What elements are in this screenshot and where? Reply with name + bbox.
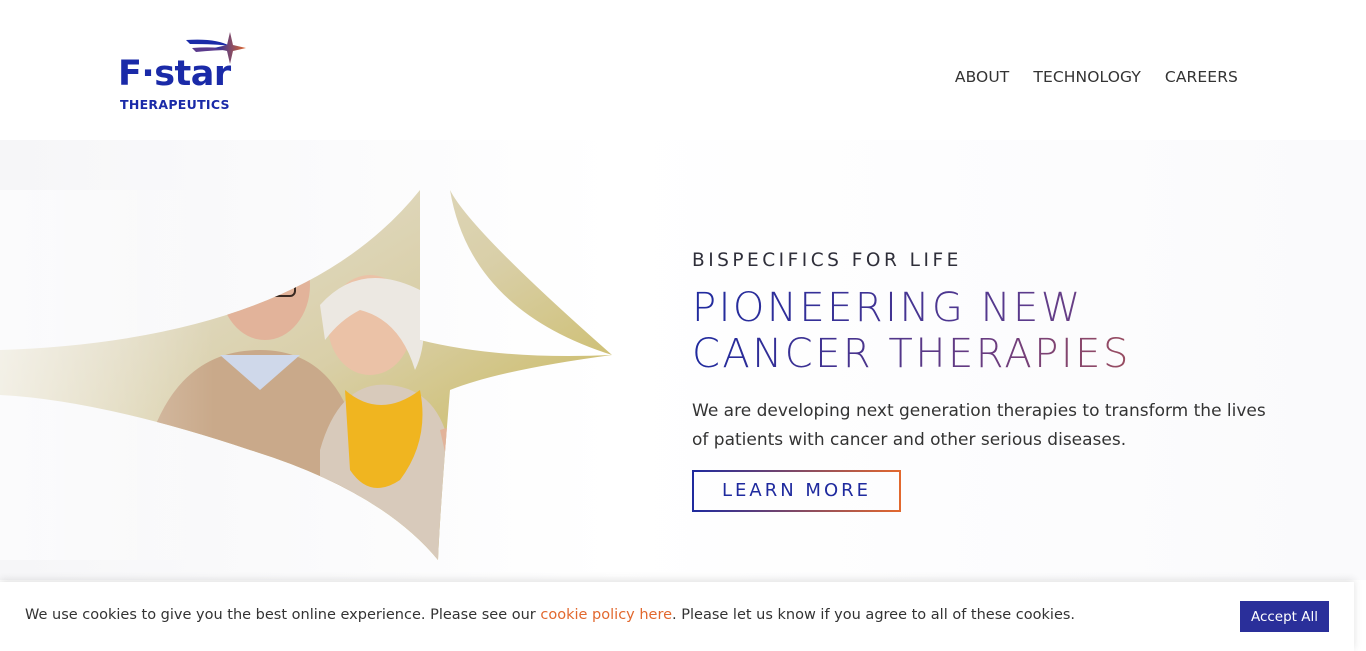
hero-image [0,190,612,560]
cookie-message: We use cookies to give you the best onli… [25,607,1075,623]
cookie-policy-link[interactable]: cookie policy here [540,607,672,623]
hero-description: We are developing next generation therap… [692,401,1266,450]
cookie-banner: We use cookies to give you the best onli… [0,582,1354,651]
hero-headline-line2: CANCER THERAPIES [692,331,1292,377]
hero-eyebrow: BISPECIFICS FOR LIFE [692,250,962,271]
nav-item-careers[interactable]: CAREERS [1165,68,1238,86]
company-logo[interactable]: F·star THERAPEUTICS [118,30,248,116]
hero-photo-star-mask [0,190,612,560]
learn-more-button[interactable]: LEARN MORE [692,470,901,512]
hero-headline-line1: PIONEERING NEW [692,285,1292,331]
site-header: F·star THERAPEUTICS ABOUT TECHNOLOGY CAR… [0,0,1366,150]
logo-wordmark: F·star [118,54,231,94]
nav-item-technology[interactable]: TECHNOLOGY [1033,68,1141,86]
main-nav: ABOUT TECHNOLOGY CAREERS [955,68,1238,86]
logo-subtitle: THERAPEUTICS [120,97,230,112]
accept-all-button[interactable]: Accept All [1240,601,1329,632]
hero-headline: PIONEERING NEW CANCER THERAPIES [692,285,1292,377]
cookie-text-before: We use cookies to give you the best onli… [25,607,541,623]
hero-text-block: BISPECIFICS FOR LIFE PIONEERING NEW CANC… [692,250,1292,512]
cookie-text-after: . Please let us know if you agree to all… [672,607,1076,623]
nav-item-about[interactable]: ABOUT [955,68,1009,86]
